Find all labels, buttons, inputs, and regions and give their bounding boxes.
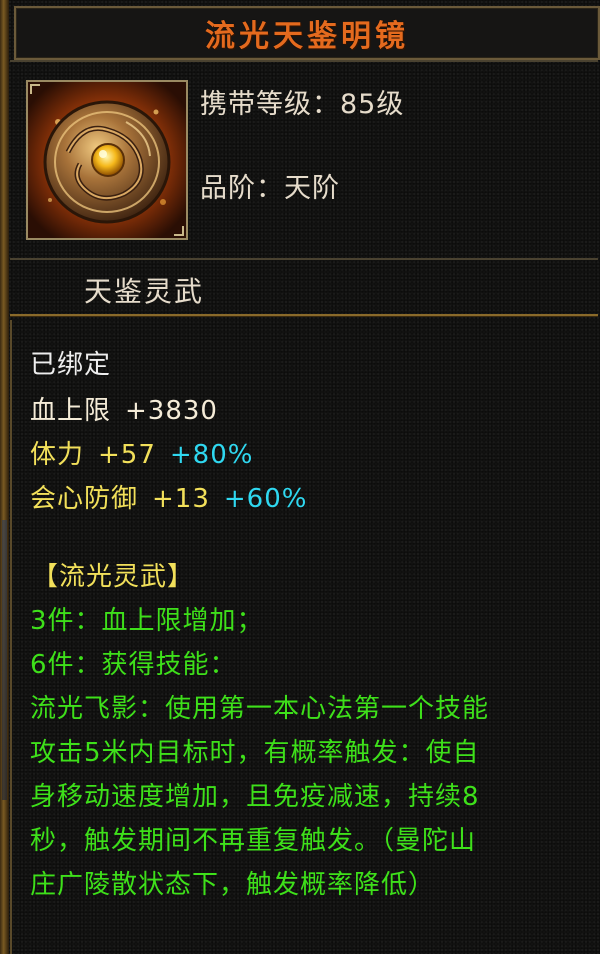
item-header: 携带等级：85级 品阶：天阶 — [10, 60, 598, 260]
crit-defense-value: +13 — [152, 484, 210, 514]
stamina-bonus: +80% — [169, 440, 254, 470]
section-divider — [10, 314, 598, 316]
stamina-label: 体力 — [30, 440, 85, 470]
hp-value: +3830 — [125, 396, 218, 426]
set-line: 攻击5米内目标时，有概率触发：使自 — [30, 738, 480, 768]
set-line: 流光飞影：使用第一本心法第一个技能 — [30, 694, 490, 724]
stamina-value: +57 — [98, 440, 156, 470]
item-icon-frame — [26, 80, 188, 240]
hp-attribute: 血上限 +3830 — [30, 390, 218, 427]
bound-status: 已绑定 — [30, 350, 112, 380]
item-grade-label: 品阶： — [200, 173, 284, 204]
carry-level-value: 85级 — [340, 89, 405, 120]
set-line: 秒，触发期间不再重复触发。（曼陀山 — [30, 826, 477, 856]
stamina-attribute: 体力 +57 +80% — [30, 434, 253, 471]
set-name: 【流光灵武】 — [32, 562, 195, 592]
bronze-mirror-icon — [28, 82, 186, 238]
title-bar: 流光天鉴明镜 — [14, 6, 600, 60]
item-name: 流光天鉴明镜 — [205, 19, 409, 54]
crit-defense-bonus: +60% — [223, 484, 308, 514]
item-grade-value: 天阶 — [284, 173, 340, 204]
item-tooltip: 流光天鉴明镜 携带等级：85级 品阶：天阶 天鉴灵武 已绑定 血上限 +3830… — [0, 0, 600, 954]
crit-defense-attribute: 会心防御 +13 +60% — [30, 478, 307, 515]
carry-level: 携带等级：85级 — [200, 82, 404, 121]
crit-defense-label: 会心防御 — [30, 484, 139, 514]
set-line: 3件：血上限增加； — [30, 606, 264, 636]
set-line: 庄广陵散状态下，触发概率降低） — [30, 870, 436, 900]
window-edge — [0, 0, 9, 954]
set-line: 身移动速度增加，且免疫减速，持续8 — [30, 782, 480, 812]
set-line: 6件：获得技能： — [30, 650, 237, 680]
item-grade: 品阶：天阶 — [200, 166, 340, 205]
item-category: 天鉴灵武 — [84, 275, 205, 308]
hp-label: 血上限 — [30, 396, 112, 426]
carry-level-label: 携带等级： — [200, 89, 340, 120]
